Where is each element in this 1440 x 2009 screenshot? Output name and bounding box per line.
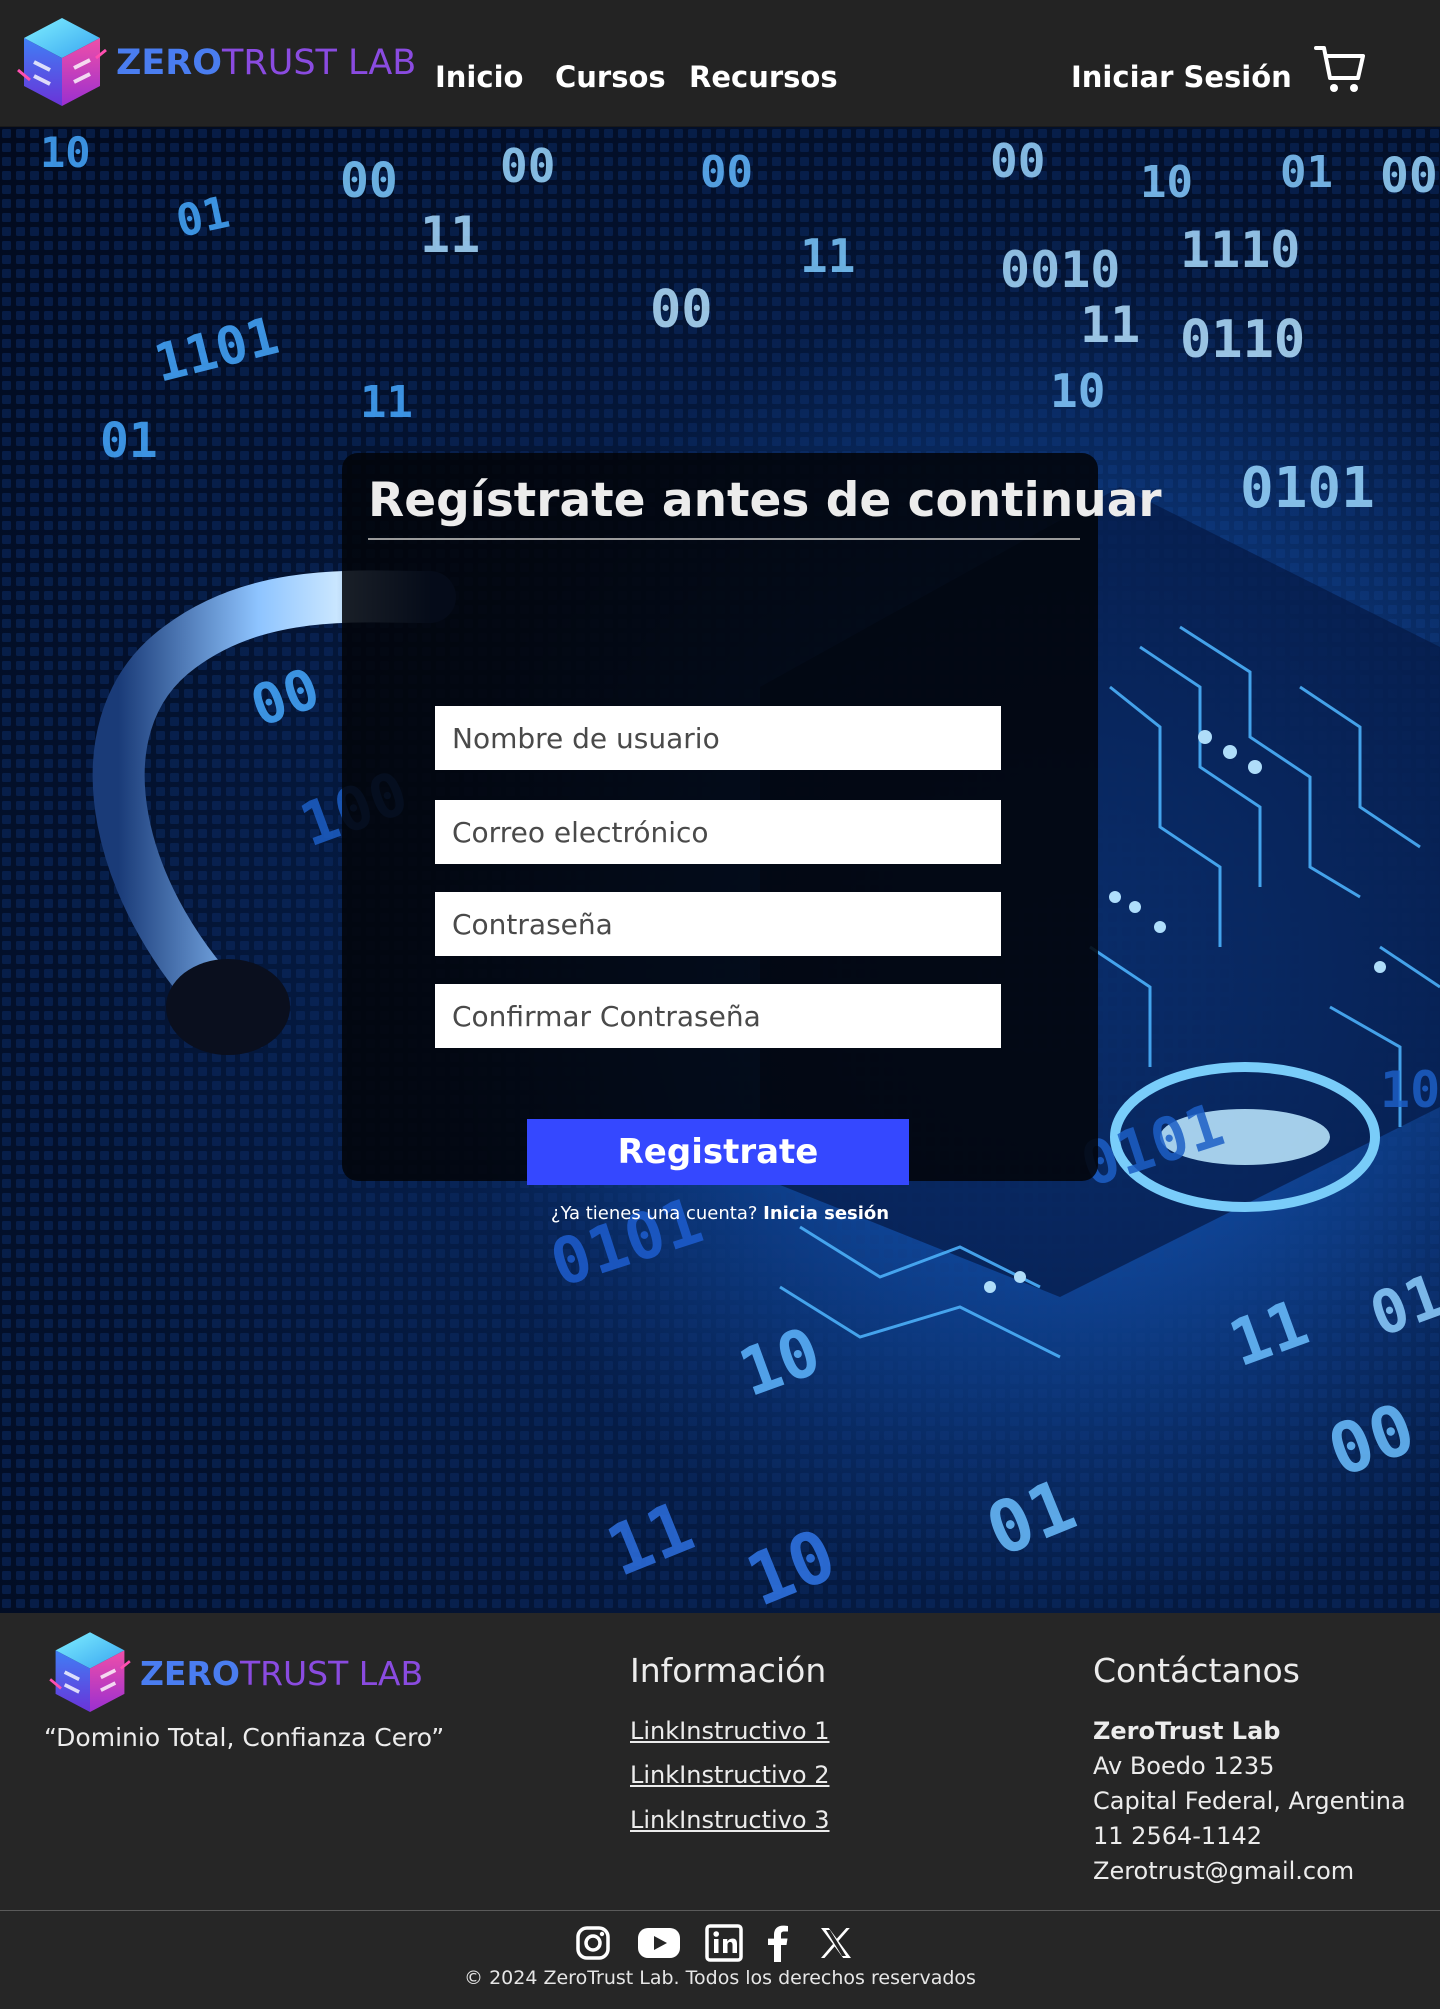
svg-text:10: 10	[1140, 157, 1193, 208]
x-icon[interactable]	[818, 1923, 854, 1963]
facebook-icon[interactable]	[765, 1923, 791, 1963]
svg-text:0110: 0110	[1180, 310, 1305, 370]
nav-cursos[interactable]: Cursos	[555, 60, 666, 94]
svg-text:10: 10	[40, 128, 91, 177]
username-field[interactable]	[435, 706, 1001, 770]
site-footer: ZEROTRUST LAB “Dominio Total, Confianza …	[0, 1613, 1440, 2009]
email-field[interactable]	[435, 800, 1001, 864]
form-title: Regístrate antes de continuar	[368, 473, 1162, 540]
svg-text:1110: 1110	[1180, 221, 1300, 279]
info-link-3[interactable]: LinkInstructivo 3	[630, 1806, 830, 1834]
footer-wordmark-part2: TRUST LAB	[239, 1653, 424, 1693]
svg-text:00: 00	[650, 280, 713, 340]
svg-text:00: 00	[500, 139, 555, 193]
svg-text:00: 00	[990, 134, 1045, 188]
svg-text:11: 11	[1080, 296, 1140, 354]
cube-logo-icon	[17, 18, 107, 106]
svg-text:01: 01	[100, 413, 158, 469]
contact-company: ZeroTrust Lab	[1093, 1717, 1281, 1745]
svg-text:10: 10	[1050, 364, 1105, 418]
nav-inicio[interactable]: Inicio	[435, 60, 523, 94]
register-button[interactable]: Registrate	[527, 1119, 909, 1185]
contact-city: Capital Federal, Argentina	[1093, 1787, 1406, 1815]
svg-text:01: 01	[1280, 147, 1333, 198]
copyright: © 2024 ZeroTrust Lab. Todos los derechos…	[464, 1967, 976, 1989]
contact-email[interactable]: Zerotrust@gmail.com	[1093, 1857, 1354, 1885]
svg-text:00: 00	[1380, 148, 1438, 204]
brand-logo[interactable]: ZEROTRUST LAB	[12, 10, 416, 116]
login-hint: ¿Ya tienes una cuenta? Inicia sesión	[342, 1203, 1098, 1224]
svg-text:11: 11	[360, 377, 413, 428]
login-prompt: ¿Ya tienes una cuenta?	[550, 1203, 758, 1224]
contact-title: Contáctanos	[1093, 1651, 1300, 1690]
contact-address: Av Boedo 1235	[1093, 1752, 1275, 1780]
slogan: “Dominio Total, Confianza Cero”	[44, 1723, 445, 1752]
info-link-1[interactable]: LinkInstructivo 1	[630, 1717, 830, 1745]
cube-logo-icon	[49, 1632, 131, 1712]
site-header: ZEROTRUST LAB Inicio Cursos Recursos Ini…	[0, 0, 1440, 127]
linkedin-icon[interactable]	[705, 1923, 743, 1963]
info-link-2[interactable]: LinkInstructivo 2	[630, 1761, 830, 1789]
brand-wordmark-part2: TRUST LAB	[222, 43, 417, 83]
register-form: Regístrate antes de continuar Registrate…	[342, 453, 1162, 1224]
svg-text:01: 01	[172, 187, 234, 248]
footer-wordmark: ZEROTRUST LAB	[140, 1654, 423, 1693]
svg-text:0101: 0101	[1240, 456, 1375, 521]
contact-phone: 11 2564-1142	[1093, 1822, 1262, 1850]
svg-text:11: 11	[800, 229, 855, 283]
nav-login[interactable]: Iniciar Sesión	[1071, 60, 1292, 94]
instagram-icon[interactable]	[575, 1923, 611, 1963]
svg-text:00: 00	[340, 153, 398, 209]
brand-wordmark-part1: ZERO	[116, 43, 222, 83]
confirm-password-field[interactable]	[435, 984, 1001, 1048]
hero-section: 10 01 00 00 00 00 10 01 00 11 11 0010 11…	[0, 127, 1440, 1613]
password-field[interactable]	[435, 892, 1001, 956]
login-link[interactable]: Inicia sesión	[763, 1203, 889, 1224]
brand-wordmark: ZEROTRUST LAB	[116, 43, 416, 83]
footer-divider	[0, 1910, 1440, 1911]
svg-text:0010: 0010	[1000, 241, 1120, 299]
footer-logo[interactable]: ZEROTRUST LAB	[44, 1625, 424, 1721]
shopping-cart-icon[interactable]	[1312, 40, 1368, 96]
youtube-icon[interactable]	[637, 1923, 681, 1963]
info-title: Información	[630, 1651, 827, 1690]
svg-text:11: 11	[420, 206, 480, 264]
nav-recursos[interactable]: Recursos	[689, 60, 838, 94]
svg-text:10: 10	[1380, 1061, 1440, 1119]
svg-text:00: 00	[700, 147, 753, 198]
footer-wordmark-part1: ZERO	[140, 1653, 240, 1693]
